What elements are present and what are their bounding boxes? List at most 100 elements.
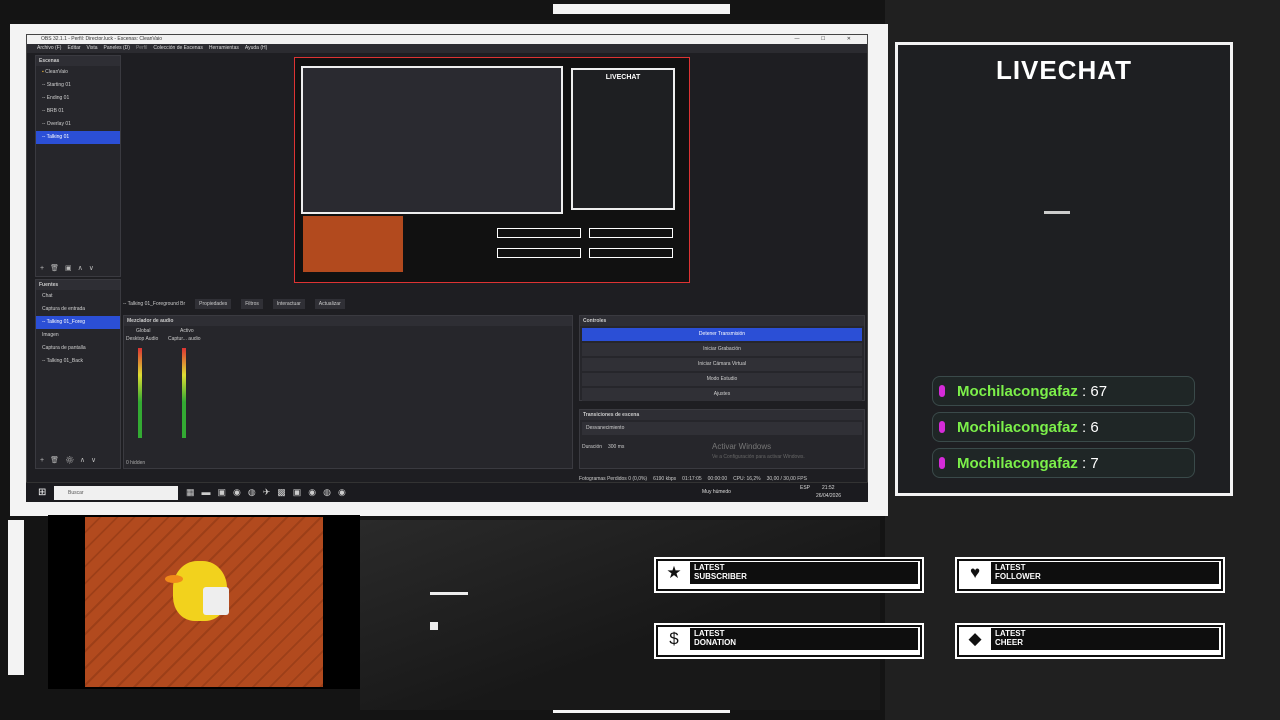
source-item[interactable]: Chat bbox=[36, 290, 120, 303]
chat-username: Mochilacongafaz bbox=[957, 382, 1078, 400]
preview-alerts-mini bbox=[589, 248, 673, 258]
deco-square bbox=[430, 622, 438, 630]
alert-label: LATEST SUBSCRIBER bbox=[694, 563, 747, 581]
chat-text: 67 bbox=[1090, 382, 1108, 400]
heart-icon: ♥ bbox=[969, 563, 981, 582]
webcam-frame bbox=[48, 515, 360, 689]
menu-coleccion[interactable]: Colección de Escenas bbox=[153, 44, 202, 53]
clock-time[interactable]: 21:52 bbox=[822, 485, 835, 491]
source-item[interactable]: Captura de entrada bbox=[36, 303, 120, 316]
menu-perfil[interactable]: Perfil bbox=[136, 44, 147, 53]
menu-editar[interactable]: Editar bbox=[67, 44, 80, 53]
preview-alerts-mini bbox=[497, 228, 581, 238]
transitions-dock: Transiciones de escena Desvanecimiento D… bbox=[579, 409, 865, 469]
chat-text: 7 bbox=[1090, 454, 1099, 472]
studio-mode-button[interactable]: Modo Estudio bbox=[582, 373, 862, 386]
taskbar-search[interactable]: Buscar bbox=[54, 486, 178, 500]
duck-beak bbox=[165, 575, 183, 583]
channel-capture-audio[interactable]: Captur... audio bbox=[168, 336, 201, 342]
diamond-icon: ◆ bbox=[968, 629, 982, 648]
preview-canvas[interactable]: LIVECHAT bbox=[294, 57, 690, 283]
source-toolbar: -- Talking 01_Foreground Br Propiedades … bbox=[123, 297, 863, 311]
menu-paneles[interactable]: Paneles (D) bbox=[104, 44, 130, 53]
sources-toolbar[interactable]: +🗑⚙∧∨ bbox=[40, 456, 102, 464]
chat-message: Mochilacongafaz : 7 bbox=[932, 448, 1195, 478]
channel-desktop-audio[interactable]: Desktop Audio bbox=[126, 336, 158, 342]
source-item[interactable]: -- Talking 01_Back bbox=[36, 355, 120, 368]
source-item-selected[interactable]: -- Talking 01_Foreg bbox=[36, 316, 120, 329]
windows-taskbar: ⊞ Buscar ▦▬▣◉◍✈▩▣◉◍◉ Muy húmedo ESP 21:5… bbox=[26, 482, 868, 502]
transitions-title: Transiciones de escena bbox=[580, 410, 864, 420]
obs-title-bar: OBS 32.1.1 - Perfil: Director.luck - Esc… bbox=[27, 35, 867, 44]
deco-dash bbox=[430, 592, 468, 595]
sources-dock: Fuentes Chat Captura de entrada -- Talki… bbox=[35, 279, 121, 469]
preview-obs-nested bbox=[301, 66, 563, 214]
chat-message: Mochilacongafaz : 67 bbox=[932, 376, 1195, 406]
source-item[interactable]: Imagen bbox=[36, 329, 120, 342]
settings-button[interactable]: Ajustes bbox=[582, 388, 862, 401]
window-title: OBS 32.1.1 - Perfil: Director.luck - Esc… bbox=[41, 36, 163, 42]
taskbar-apps[interactable]: ▦▬▣◉◍✈▩▣◉◍◉ bbox=[186, 487, 353, 498]
preview-alerts-mini bbox=[497, 248, 581, 258]
scene-item[interactable]: -- BRB 01 bbox=[36, 105, 120, 118]
scene-item[interactable]: -- Overlay 01 bbox=[36, 118, 120, 131]
star-icon: ★ bbox=[666, 563, 682, 582]
chat-separator: : bbox=[1077, 418, 1091, 436]
scene-item[interactable]: ▪ CleanVaio bbox=[36, 66, 120, 79]
latest-subscriber-alert: ★ LATEST SUBSCRIBER bbox=[654, 557, 924, 593]
controls-title: Controles bbox=[580, 316, 864, 326]
window-controls[interactable]: — ☐ ✕ bbox=[795, 35, 861, 44]
chat-loading-dash bbox=[1044, 211, 1070, 214]
latest-follower-alert: ♥ LATEST FOLLOWER bbox=[955, 557, 1225, 593]
stream-overlay-canvas: OBS 32.1.1 - Perfil: Director.luck - Esc… bbox=[0, 0, 1280, 720]
duration-value[interactable]: 300 ms bbox=[608, 444, 624, 450]
filters-button[interactable]: Filtros bbox=[241, 299, 263, 309]
bg-left-strip bbox=[8, 520, 24, 675]
livechat-panel: LIVECHAT Mochilacongafaz : 67 Mochilacon… bbox=[895, 42, 1233, 496]
scene-item[interactable]: -- Starting 01 bbox=[36, 79, 120, 92]
stop-stream-button[interactable]: Detener Transmisión bbox=[582, 328, 862, 341]
mic-icon bbox=[939, 421, 945, 433]
interact-button[interactable]: Interactuar bbox=[272, 299, 305, 309]
chat-text: 6 bbox=[1090, 418, 1099, 436]
webcam-feed bbox=[85, 517, 323, 687]
obs-menu-bar: Archivo (F) Editar Vista Paneles (D) Per… bbox=[27, 44, 867, 53]
chat-separator: : bbox=[1077, 454, 1091, 472]
alert-label: LATEST DONATION bbox=[694, 629, 737, 647]
alert-label: LATEST FOLLOWER bbox=[995, 563, 1041, 581]
menu-herramientas[interactable]: Herramientas bbox=[209, 44, 239, 53]
mixer-tab-global[interactable]: Global bbox=[136, 328, 150, 334]
selected-source-label: -- Talking 01_Foreground Br bbox=[123, 301, 186, 307]
alert-label: LATEST CHEER bbox=[995, 629, 1026, 647]
source-item[interactable]: Captura de pantalla bbox=[36, 342, 120, 355]
controls-dock: Controles Detener Transmisión Iniciar Gr… bbox=[579, 315, 865, 401]
latest-cheer-alert: ◆ LATEST CHEER bbox=[955, 623, 1225, 659]
chat-username: Mochilacongafaz bbox=[957, 454, 1078, 472]
mixer-tab-active[interactable]: Activo bbox=[180, 328, 194, 334]
scene-item-selected[interactable]: -- Talking 01 bbox=[36, 131, 120, 144]
transition-select[interactable]: Desvanecimiento bbox=[582, 422, 862, 435]
menu-ayuda[interactable]: Ayuda (H) bbox=[245, 44, 267, 53]
start-recording-button[interactable]: Iniciar Grabación bbox=[582, 343, 862, 356]
menu-archivo[interactable]: Archivo (F) bbox=[37, 44, 61, 53]
hidden-count: 0 hidden bbox=[126, 460, 146, 466]
scenes-toolbar[interactable]: +🗑▣∧∨ bbox=[40, 264, 100, 272]
obs-window: OBS 32.1.1 - Perfil: Director.luck - Esc… bbox=[26, 34, 868, 502]
start-virtual-cam-button[interactable]: Iniciar Cámara Virtual bbox=[582, 358, 862, 371]
refresh-button[interactable]: Actualizar bbox=[314, 299, 345, 309]
clock-date[interactable]: 26/04/2026 bbox=[816, 493, 841, 499]
mug bbox=[203, 587, 229, 615]
audio-mixer-dock: Mezclador de audio Global Activo Desktop… bbox=[123, 315, 573, 469]
menu-vista[interactable]: Vista bbox=[87, 44, 98, 53]
properties-button[interactable]: Propiedades bbox=[195, 299, 232, 309]
dollar-icon: $ bbox=[669, 629, 679, 648]
sources-title: Fuentes bbox=[36, 280, 120, 290]
language-indicator[interactable]: ESP bbox=[800, 485, 810, 491]
preview-cam-mini bbox=[303, 216, 403, 272]
audio-mixer-title: Mezclador de audio bbox=[124, 316, 572, 326]
weather-text: Muy húmedo bbox=[702, 489, 731, 495]
mic-icon bbox=[939, 385, 945, 397]
scene-item[interactable]: -- Ending 01 bbox=[36, 92, 120, 105]
start-icon[interactable]: ⊞ bbox=[38, 487, 46, 498]
windows-activate-watermark: Activar Windows bbox=[712, 442, 772, 451]
